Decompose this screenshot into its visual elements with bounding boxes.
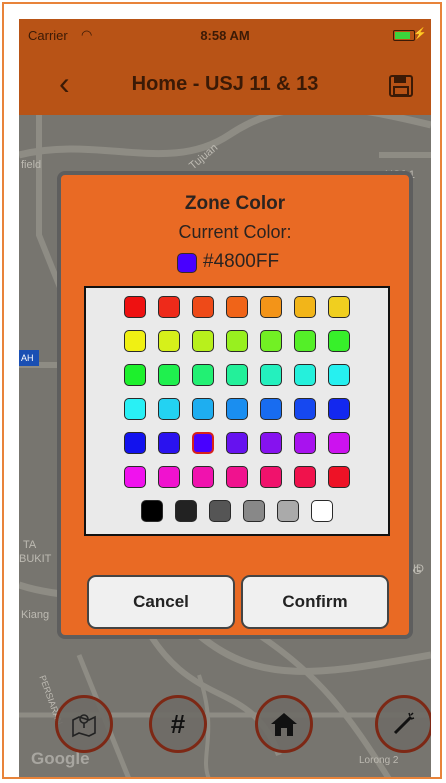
screenshot-frame: USJ 1 Tujuan field AH TA BUKIT Kiang N I… bbox=[2, 2, 442, 779]
color-swatch[interactable] bbox=[294, 398, 316, 420]
color-swatch[interactable] bbox=[260, 432, 282, 454]
color-swatch[interactable] bbox=[260, 466, 282, 488]
map-pin-icon bbox=[72, 714, 96, 738]
color-swatch[interactable] bbox=[124, 432, 146, 454]
current-color-swatch bbox=[177, 253, 197, 273]
color-swatch[interactable] bbox=[328, 296, 350, 318]
current-color-label: Current Color: bbox=[178, 222, 292, 242]
color-swatch[interactable] bbox=[226, 398, 248, 420]
color-swatch[interactable] bbox=[175, 500, 197, 522]
color-swatch[interactable] bbox=[158, 398, 180, 420]
current-color-hex: #4800FF bbox=[203, 251, 280, 272]
charging-icon: ⚡ bbox=[413, 28, 427, 40]
color-swatch[interactable] bbox=[124, 398, 146, 420]
color-swatch[interactable] bbox=[226, 296, 248, 318]
color-swatch[interactable] bbox=[328, 432, 350, 454]
clock: 8:58 AM bbox=[200, 28, 250, 43]
color-swatch[interactable] bbox=[124, 364, 146, 386]
navigation-bar: ‹ Home - USJ 11 & 13 bbox=[19, 55, 431, 115]
home-icon bbox=[271, 713, 297, 736]
color-swatch[interactable] bbox=[294, 466, 316, 488]
color-swatch[interactable] bbox=[192, 432, 214, 454]
map-label: TA bbox=[23, 539, 37, 551]
color-swatch[interactable] bbox=[124, 330, 146, 352]
color-swatch[interactable] bbox=[158, 330, 180, 352]
color-swatch[interactable] bbox=[226, 466, 248, 488]
color-swatch[interactable] bbox=[260, 296, 282, 318]
color-swatch[interactable] bbox=[294, 432, 316, 454]
color-swatch[interactable] bbox=[260, 330, 282, 352]
color-swatch[interactable] bbox=[192, 296, 214, 318]
color-swatch[interactable] bbox=[294, 364, 316, 386]
map-label: field bbox=[21, 159, 42, 171]
page-title: Home - USJ 11 & 13 bbox=[131, 73, 319, 95]
color-swatch[interactable] bbox=[328, 330, 350, 352]
dialog-title: Zone Color bbox=[184, 193, 286, 214]
color-swatch[interactable] bbox=[260, 398, 282, 420]
color-swatch[interactable] bbox=[277, 500, 299, 522]
color-swatch[interactable] bbox=[226, 432, 248, 454]
color-swatch[interactable] bbox=[192, 330, 214, 352]
map-label: Kiang bbox=[21, 609, 50, 621]
color-palette bbox=[84, 286, 390, 536]
phone-screen: USJ 1 Tujuan field AH TA BUKIT Kiang N I… bbox=[19, 19, 431, 777]
color-swatch[interactable] bbox=[124, 296, 146, 318]
home-button[interactable] bbox=[255, 695, 313, 753]
color-swatch[interactable] bbox=[141, 500, 163, 522]
color-swatch[interactable] bbox=[328, 398, 350, 420]
color-swatch[interactable] bbox=[158, 364, 180, 386]
color-swatch[interactable] bbox=[158, 296, 180, 318]
map-label: AH bbox=[21, 353, 34, 363]
grid-button[interactable]: # bbox=[149, 695, 207, 753]
color-swatch[interactable] bbox=[192, 466, 214, 488]
color-swatch[interactable] bbox=[260, 364, 282, 386]
map-label: Lorong 2 bbox=[359, 755, 399, 766]
color-swatch[interactable] bbox=[294, 330, 316, 352]
color-swatch[interactable] bbox=[209, 500, 231, 522]
hashtag-grid-icon: # bbox=[170, 708, 186, 739]
zone-color-dialog: Zone Color Current Color: #4800FF Cancel… bbox=[57, 171, 413, 639]
color-swatch[interactable] bbox=[192, 398, 214, 420]
color-swatch[interactable] bbox=[328, 466, 350, 488]
magic-wand-icon bbox=[393, 712, 415, 735]
cancel-button[interactable]: Cancel bbox=[87, 575, 235, 629]
color-swatch[interactable] bbox=[158, 432, 180, 454]
status-bar: Carrier ◠ 8:58 AM ⚡ bbox=[19, 19, 431, 55]
confirm-button[interactable]: Confirm bbox=[241, 575, 389, 629]
color-swatch[interactable] bbox=[328, 364, 350, 386]
magic-wand-button[interactable] bbox=[375, 695, 431, 753]
color-swatch[interactable] bbox=[158, 466, 180, 488]
color-swatch[interactable] bbox=[226, 364, 248, 386]
color-swatch[interactable] bbox=[192, 364, 214, 386]
color-swatch[interactable] bbox=[243, 500, 265, 522]
map-label: BUKIT bbox=[19, 553, 52, 565]
color-swatch[interactable] bbox=[311, 500, 333, 522]
color-swatch[interactable] bbox=[294, 296, 316, 318]
save-floppy-icon[interactable] bbox=[389, 75, 413, 97]
battery-icon bbox=[393, 30, 415, 41]
color-swatch[interactable] bbox=[124, 466, 146, 488]
map-pin-button[interactable] bbox=[55, 695, 113, 753]
color-swatch[interactable] bbox=[226, 330, 248, 352]
